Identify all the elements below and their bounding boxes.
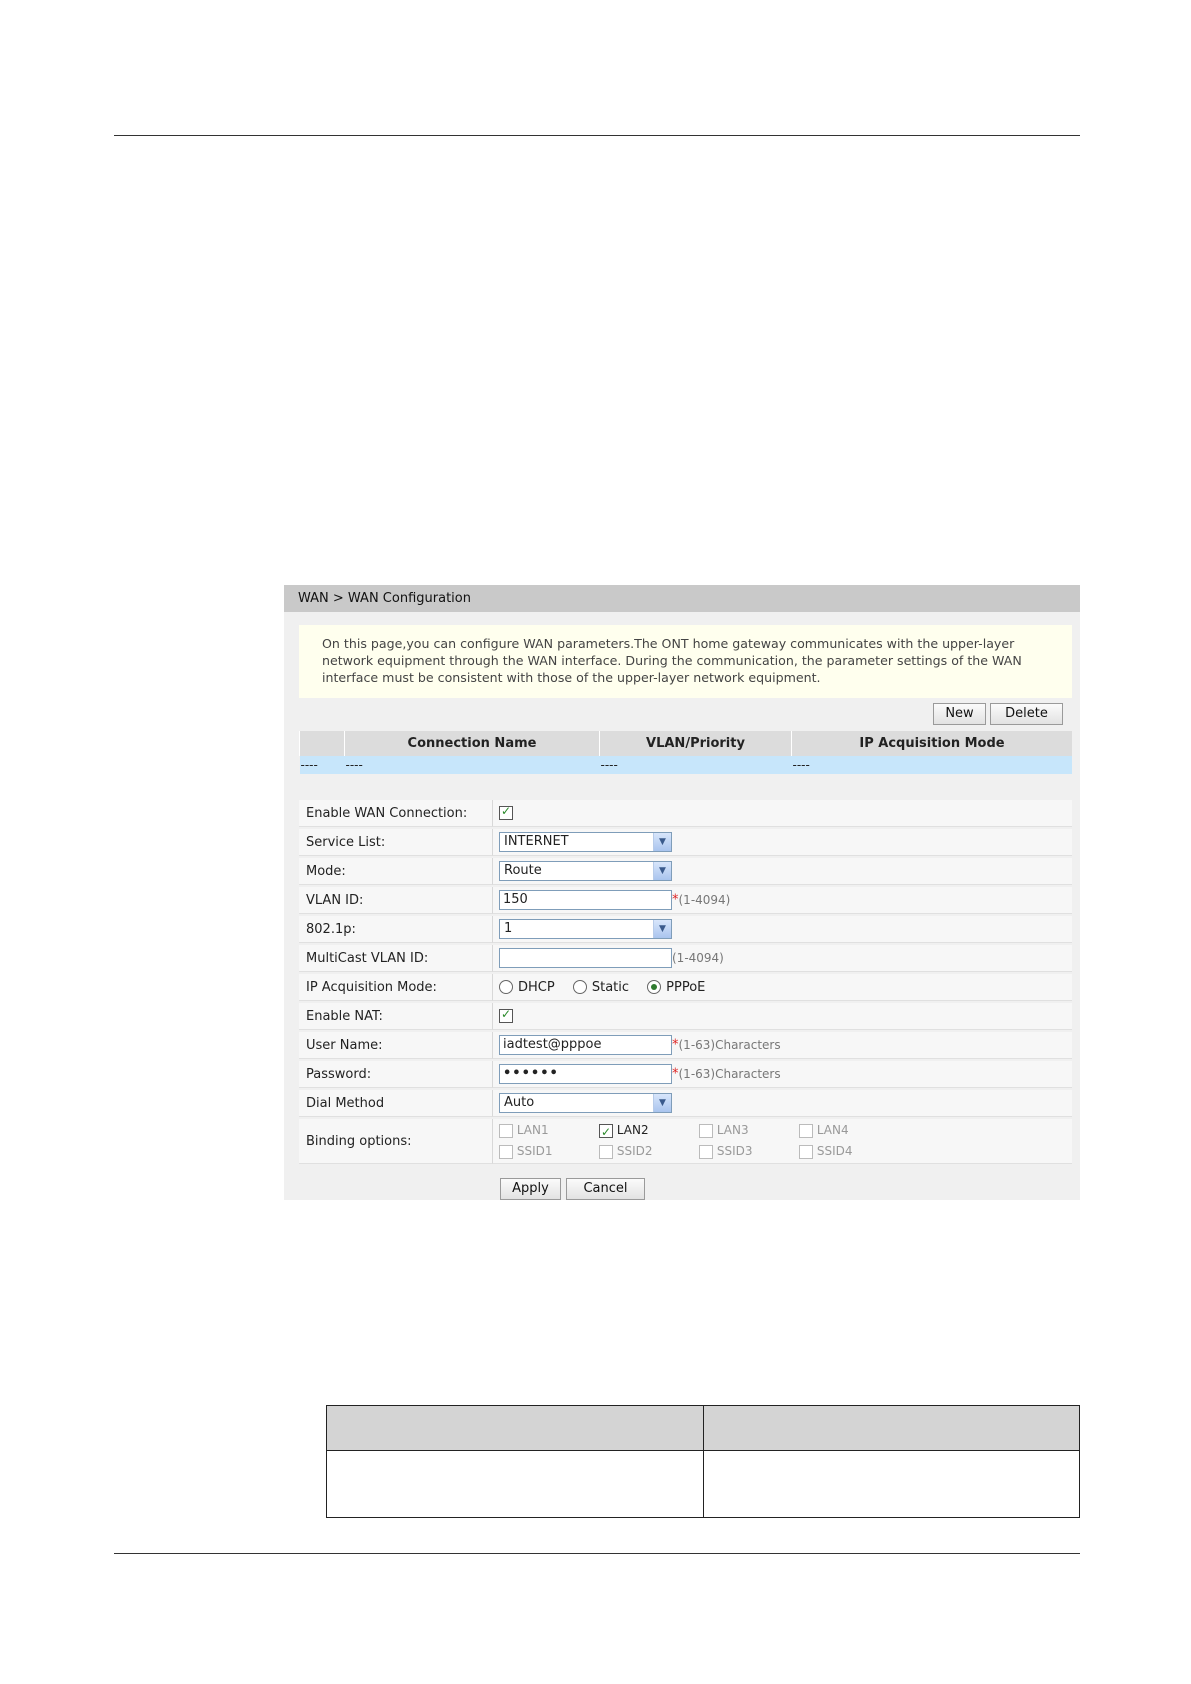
password-input[interactable]: •••••• — [499, 1064, 672, 1084]
ssid3-checkbox[interactable] — [699, 1144, 713, 1159]
password-hint: (1-63)Characters — [678, 1067, 781, 1081]
table-cell: ---- — [299, 756, 345, 774]
enable-wan-label: Enable WAN Connection: — [299, 800, 493, 827]
pppoe-radio[interactable] — [647, 980, 662, 994]
table-cell: ---- — [599, 756, 792, 774]
form-row-user-name: User Name: iadtest@pppoe *(1-63)Character… — [299, 1032, 1072, 1059]
user-name-hint: (1-63)Characters — [678, 1038, 781, 1052]
lan2-checkbox[interactable] — [599, 1122, 613, 1143]
multicast-vlan-input[interactable] — [499, 948, 672, 968]
form-row-enable-nat: Enable NAT: — [299, 1003, 1072, 1030]
static-label: Static — [591, 979, 630, 995]
8021p-value: 1 — [504, 921, 513, 936]
dial-method-select[interactable]: Auto ▼ — [499, 1093, 672, 1113]
form-row-vlan-id: VLAN ID: 150 *(1-4094) — [299, 887, 1072, 914]
ssid1-checkbox[interactable] — [499, 1144, 513, 1159]
wan-form: Enable WAN Connection: Service List: INT… — [299, 798, 1072, 1166]
multicast-hint: (1-4094) — [672, 951, 724, 965]
chevron-down-icon[interactable]: ▼ — [653, 1094, 671, 1112]
form-row-8021p: 802.1p: 1 ▼ — [299, 916, 1072, 943]
header-rule — [114, 135, 1080, 136]
lan3-checkbox[interactable] — [699, 1123, 713, 1138]
table-header — [299, 731, 345, 756]
ssid3-label: SSID3 — [716, 1144, 753, 1158]
table-header-row: Connection Name VLAN/Priority IP Acquisi… — [299, 731, 1072, 756]
table-cell — [326, 1450, 704, 1518]
enable-nat-checkbox[interactable] — [499, 1007, 513, 1023]
mode-label: Mode: — [299, 858, 493, 885]
pppoe-label: PPPoE — [666, 979, 706, 995]
service-list-label: Service List: — [299, 829, 493, 856]
binding-label: Binding options: — [299, 1119, 493, 1164]
chevron-down-icon[interactable]: ▼ — [653, 833, 671, 851]
ssid4-checkbox[interactable] — [799, 1144, 813, 1159]
notice-box: On this page,you can configure WAN param… — [299, 625, 1072, 698]
chevron-down-icon[interactable]: ▼ — [653, 920, 671, 938]
table-header — [326, 1405, 704, 1451]
apply-button[interactable]: Apply — [500, 1178, 561, 1200]
footer-rule — [114, 1553, 1080, 1554]
table-header: IP Acquisition Mode — [791, 731, 1072, 756]
lan4-label: LAN4 — [816, 1123, 849, 1137]
lan1-label: LAN1 — [516, 1123, 549, 1137]
multicast-label: MultiCast VLAN ID: — [299, 945, 493, 972]
table-row — [326, 1450, 1080, 1518]
table-header — [702, 1405, 1080, 1451]
enable-nat-label: Enable NAT: — [299, 1003, 493, 1030]
vlan-id-label: VLAN ID: — [299, 887, 493, 914]
cancel-button[interactable]: Cancel — [566, 1178, 645, 1200]
table-cell: ---- — [791, 756, 1072, 774]
delete-button[interactable]: Delete — [990, 703, 1063, 725]
mode-value: Route — [504, 863, 542, 878]
lan3-label: LAN3 — [716, 1123, 749, 1137]
8021p-select[interactable]: 1 ▼ — [499, 919, 672, 939]
mode-select[interactable]: Route ▼ — [499, 861, 672, 881]
chevron-down-icon[interactable]: ▼ — [653, 862, 671, 880]
password-label: Password: — [299, 1061, 493, 1088]
ssid2-checkbox[interactable] — [599, 1144, 613, 1159]
service-list-select[interactable]: INTERNET ▼ — [499, 832, 672, 852]
wan-config-screenshot: WAN > WAN Configuration On this page,you… — [284, 585, 1080, 1200]
lan1-checkbox[interactable] — [499, 1123, 513, 1138]
ssid4-label: SSID4 — [816, 1144, 853, 1158]
form-row-enable-wan: Enable WAN Connection: — [299, 800, 1072, 827]
service-list-value: INTERNET — [504, 834, 569, 849]
dhcp-radio[interactable] — [499, 980, 513, 994]
breadcrumb: WAN > WAN Configuration — [284, 585, 1080, 612]
binding-row-ssid: SSID1 SSID2 SSID3 SSID4 — [499, 1141, 1072, 1162]
static-radio[interactable] — [572, 980, 587, 994]
table-cell — [702, 1450, 1080, 1518]
table-header-row — [326, 1405, 1080, 1451]
form-row-service-list: Service List: INTERNET ▼ — [299, 829, 1072, 856]
ip-mode-label: IP Acquisition Mode: — [299, 974, 493, 1001]
form-row-mode: Mode: Route ▼ — [299, 858, 1072, 885]
user-name-input[interactable]: iadtest@pppoe — [499, 1035, 672, 1055]
table-header: VLAN/Priority — [599, 731, 792, 756]
form-row-binding: Binding options: LAN1 LAN2 LAN3 LAN4 SSI… — [299, 1119, 1072, 1164]
parameter-table — [326, 1405, 1080, 1518]
enable-wan-checkbox[interactable] — [499, 804, 513, 820]
table-row[interactable]: ---- ---- ---- ---- — [299, 756, 1072, 774]
table-header: Connection Name — [344, 731, 600, 756]
form-row-multicast: MultiCast VLAN ID: (1-4094) — [299, 945, 1072, 972]
dhcp-label: DHCP — [518, 979, 555, 995]
lan2-label: LAN2 — [616, 1123, 649, 1137]
8021p-label: 802.1p: — [299, 916, 493, 943]
ssid1-label: SSID1 — [516, 1144, 553, 1158]
ssid2-label: SSID2 — [616, 1144, 653, 1158]
table-cell: ---- — [344, 756, 600, 774]
vlan-id-input[interactable]: 150 — [499, 890, 672, 910]
form-row-dial-method: Dial Method Auto ▼ — [299, 1090, 1072, 1117]
form-row-password: Password: •••••• *(1-63)Characters — [299, 1061, 1072, 1088]
lan4-checkbox[interactable] — [799, 1123, 813, 1138]
binding-row-lan: LAN1 LAN2 LAN3 LAN4 — [499, 1120, 1072, 1143]
wan-list-table: Connection Name VLAN/Priority IP Acquisi… — [299, 731, 1072, 774]
form-row-ip-mode: IP Acquisition Mode: DHCP Static PPPoE — [299, 974, 1072, 1001]
vlan-id-hint: (1-4094) — [678, 893, 731, 907]
user-name-label: User Name: — [299, 1032, 493, 1059]
new-button[interactable]: New — [933, 703, 986, 725]
dial-method-label: Dial Method — [299, 1090, 493, 1117]
dial-method-value: Auto — [504, 1095, 535, 1110]
